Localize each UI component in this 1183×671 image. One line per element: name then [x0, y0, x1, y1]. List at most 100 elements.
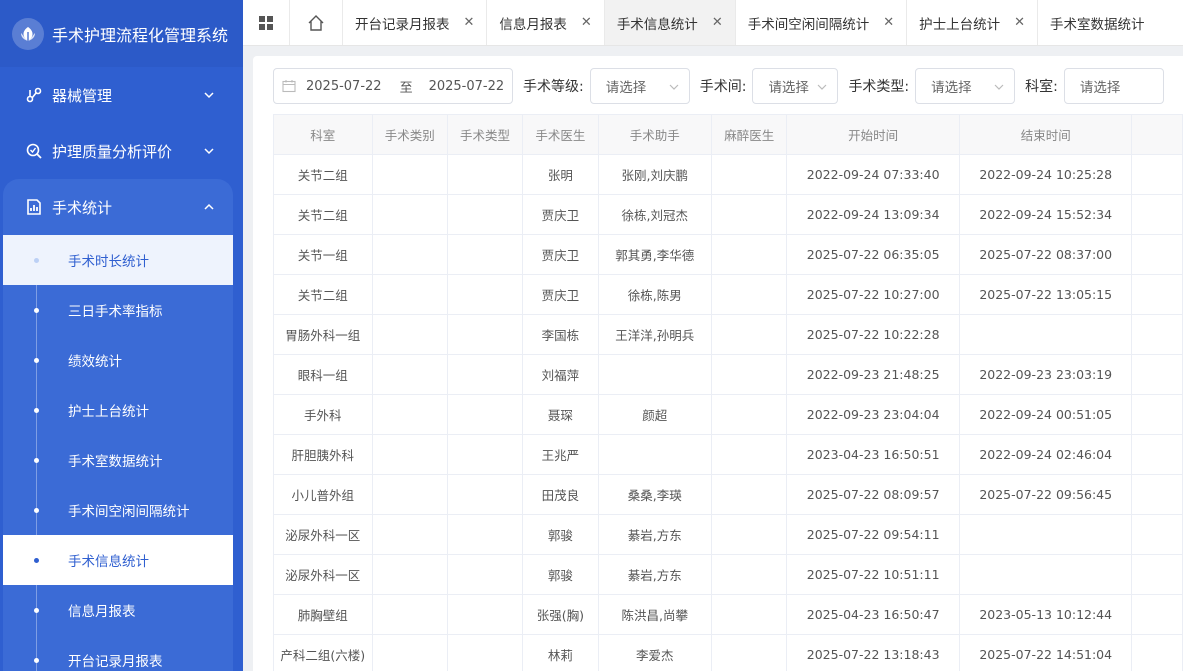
table-cell: 贾庆卫 [522, 274, 599, 315]
table-cell: 郭骏 [522, 554, 599, 595]
sidebar-item-label: 手术室数据统计 [68, 454, 163, 470]
close-icon[interactable]: ✕ [464, 15, 475, 30]
table-row[interactable]: 泌尿外科一区 郭骏 綦岩,方东 2025-07-22 09:54:11 [273, 514, 1183, 555]
table-cell [446, 474, 524, 515]
table-row[interactable]: 手外科 聂琛 颜超 2022-09-23 23:04:04 2022-09-24 00:… [273, 394, 1183, 435]
sidebar-item-label: 绩效统计 [68, 354, 122, 370]
tab-surgery-info[interactable]: 手术信息统计 ✕ [603, 0, 735, 45]
table-cell: 2023-04-23 16:50:51 [786, 434, 960, 475]
chevron-down-icon [669, 84, 679, 90]
table-cell [711, 274, 788, 315]
sidebar-item-nurse-stats[interactable]: 护士上台统计 [3, 385, 233, 435]
table-cell: 2022-09-24 02:46:04 [958, 434, 1133, 475]
sidebar-item-room-data[interactable]: 手术室数据统计 [3, 435, 233, 485]
tab-label: 开台记录月报表 [355, 16, 450, 33]
grid-menu-icon[interactable] [243, 0, 289, 45]
table-cell [711, 154, 788, 195]
table-row[interactable]: 关节二组 贾庆卫 徐栋,陈男 2025-07-22 10:27:00 2025-07-2… [273, 274, 1183, 315]
table-cell: 张刚,刘庆鹏 [597, 154, 713, 195]
table-cell: 林莉 [522, 634, 599, 671]
table-row[interactable]: 胃肠外科一组 李国栋 王洋洋,孙明兵 2025-07-22 10:22:28 [273, 314, 1183, 355]
table-cell [1131, 314, 1183, 355]
table-row[interactable]: 眼科一组 刘福萍 2022-09-23 21:48:25 2022-09-23 23:… [273, 354, 1183, 395]
operating-room-select[interactable]: 请选择 [752, 68, 839, 104]
instrument-icon [24, 85, 44, 105]
table-cell [446, 634, 524, 671]
surgery-level-select[interactable]: 请选择 [589, 68, 690, 104]
tab-room-data[interactable]: 手术室数据统计 [1037, 0, 1157, 45]
table-cell [597, 434, 713, 475]
bullet-dot [34, 608, 39, 613]
sidebar-item-idle-interval[interactable]: 手术间空闲间隔统计 [3, 485, 233, 535]
tab-opening-record[interactable]: 开台记录月报表 ✕ [342, 0, 486, 45]
sidebar-item-duration-stats[interactable]: 手术时长统计 [3, 235, 233, 285]
table-cell: 陈洪昌,尚攀 [597, 594, 713, 635]
table-cell: 2025-07-22 13:18:43 [786, 634, 960, 671]
sidebar-item-opening-record[interactable]: 开台记录月报表 [3, 635, 233, 671]
table-cell: 桑桑,李瑛 [597, 474, 713, 515]
close-icon[interactable]: ✕ [1014, 15, 1025, 30]
table-row[interactable]: 小儿普外组 田茂良 桑桑,李瑛 2025-07-22 08:09:57 2025-07-… [273, 474, 1183, 515]
sidebar-item-performance[interactable]: 绩效统计 [3, 335, 233, 385]
tab-label: 手术间空闲间隔统计 [747, 16, 870, 33]
column-header: 手术助手 [597, 114, 713, 155]
home-icon[interactable] [289, 0, 342, 45]
menu-group-label: 护理质量分析评价 [52, 142, 173, 161]
tab-label: 护士上台统计 [919, 16, 1001, 33]
date-range-picker[interactable]: 2025-07-22 至 2025-07-22 [273, 68, 513, 104]
sidebar-item-surgery-info[interactable]: 手术信息统计 [3, 535, 233, 585]
main-content: 2025-07-22 至 2025-07-22 手术等级: 请选择 手术间: 请… [243, 46, 1183, 671]
operating-room-label: 手术间: [699, 79, 747, 95]
table-cell: 2022-09-23 21:48:25 [786, 354, 960, 395]
table-row[interactable]: 产科二组(六楼) 林莉 李爱杰 2025-07-22 13:18:43 2025-07-… [273, 634, 1183, 671]
tab-idle-interval[interactable]: 手术间空闲间隔统计 ✕ [734, 0, 906, 45]
sidebar-item-three-day-rate[interactable]: 三日手术率指标 [3, 285, 233, 335]
table-cell [958, 514, 1133, 555]
table-cell [371, 394, 448, 435]
table-cell [711, 554, 788, 595]
sidebar-item-monthly-report[interactable]: 信息月报表 [3, 585, 233, 635]
column-header: 手术类别 [371, 114, 448, 155]
column-header: 麻醉医生 [711, 114, 788, 155]
table-row[interactable]: 关节一组 贾庆卫 郭其勇,李华德 2025-07-22 06:35:05 2025-07… [273, 234, 1183, 275]
content-panel: 2025-07-22 至 2025-07-22 手术等级: 请选择 手术间: 请… [253, 56, 1183, 671]
table-row[interactable]: 关节二组 张明 张刚,刘庆鹏 2022-09-24 07:33:40 2022-09-2… [273, 154, 1183, 195]
table-cell: 2022-09-24 00:51:05 [958, 394, 1133, 435]
table-cell [1131, 354, 1183, 395]
table-cell [1131, 274, 1183, 315]
table-cell: 产科二组(六楼) [273, 634, 373, 671]
menu-group-instrument[interactable]: 器械管理 [0, 67, 243, 123]
table-row[interactable]: 肺胸壁组 张强(胸) 陈洪昌,尚攀 2025-04-23 16:50:47 2023-0… [273, 594, 1183, 635]
table-cell [446, 354, 524, 395]
table-cell: 綦岩,方东 [597, 554, 713, 595]
table-cell [371, 274, 448, 315]
app-title: 手术护理流程化管理系统 [52, 25, 229, 45]
date-separator: 至 [399, 80, 413, 96]
table-cell: 手外科 [273, 394, 373, 435]
menu-group-statistics[interactable]: 手术统计 [3, 179, 233, 235]
table-cell [711, 594, 788, 635]
table-row[interactable]: 泌尿外科一区 郭骏 綦岩,方东 2025-07-22 10:51:11 [273, 554, 1183, 595]
department-select[interactable]: 请选择 [1063, 68, 1164, 104]
table-row[interactable]: 关节二组 贾庆卫 徐栋,刘冠杰 2022-09-24 13:09:34 2022-09-… [273, 194, 1183, 235]
tab-monthly-report[interactable]: 信息月报表 ✕ [486, 0, 603, 45]
tab-nurse-stats[interactable]: 护士上台统计 ✕ [906, 0, 1037, 45]
chevron-down-icon [818, 84, 827, 90]
table-cell: 郭骏 [522, 514, 599, 555]
sidebar-item-label: 手术间空闲间隔统计 [68, 504, 190, 520]
close-icon[interactable]: ✕ [581, 15, 592, 30]
table-cell [446, 234, 524, 275]
menu-group-quality[interactable]: 护理质量分析评价 [0, 123, 243, 179]
table-cell: 徐栋,陈男 [597, 274, 713, 315]
close-icon[interactable]: ✕ [883, 15, 894, 30]
bullet-dot [34, 408, 39, 413]
table-cell [371, 554, 448, 595]
table-cell: 关节一组 [273, 234, 373, 275]
close-icon[interactable]: ✕ [712, 15, 723, 30]
table-cell: 徐栋,刘冠杰 [597, 194, 713, 235]
table-cell [1131, 394, 1183, 435]
surgery-type-select[interactable]: 请选择 [915, 68, 1016, 104]
table-cell [1131, 634, 1183, 671]
table-row[interactable]: 肝胆胰外科 王兆严 2023-04-23 16:50:51 2022-09-24 02… [273, 434, 1183, 475]
table-cell [446, 434, 524, 475]
